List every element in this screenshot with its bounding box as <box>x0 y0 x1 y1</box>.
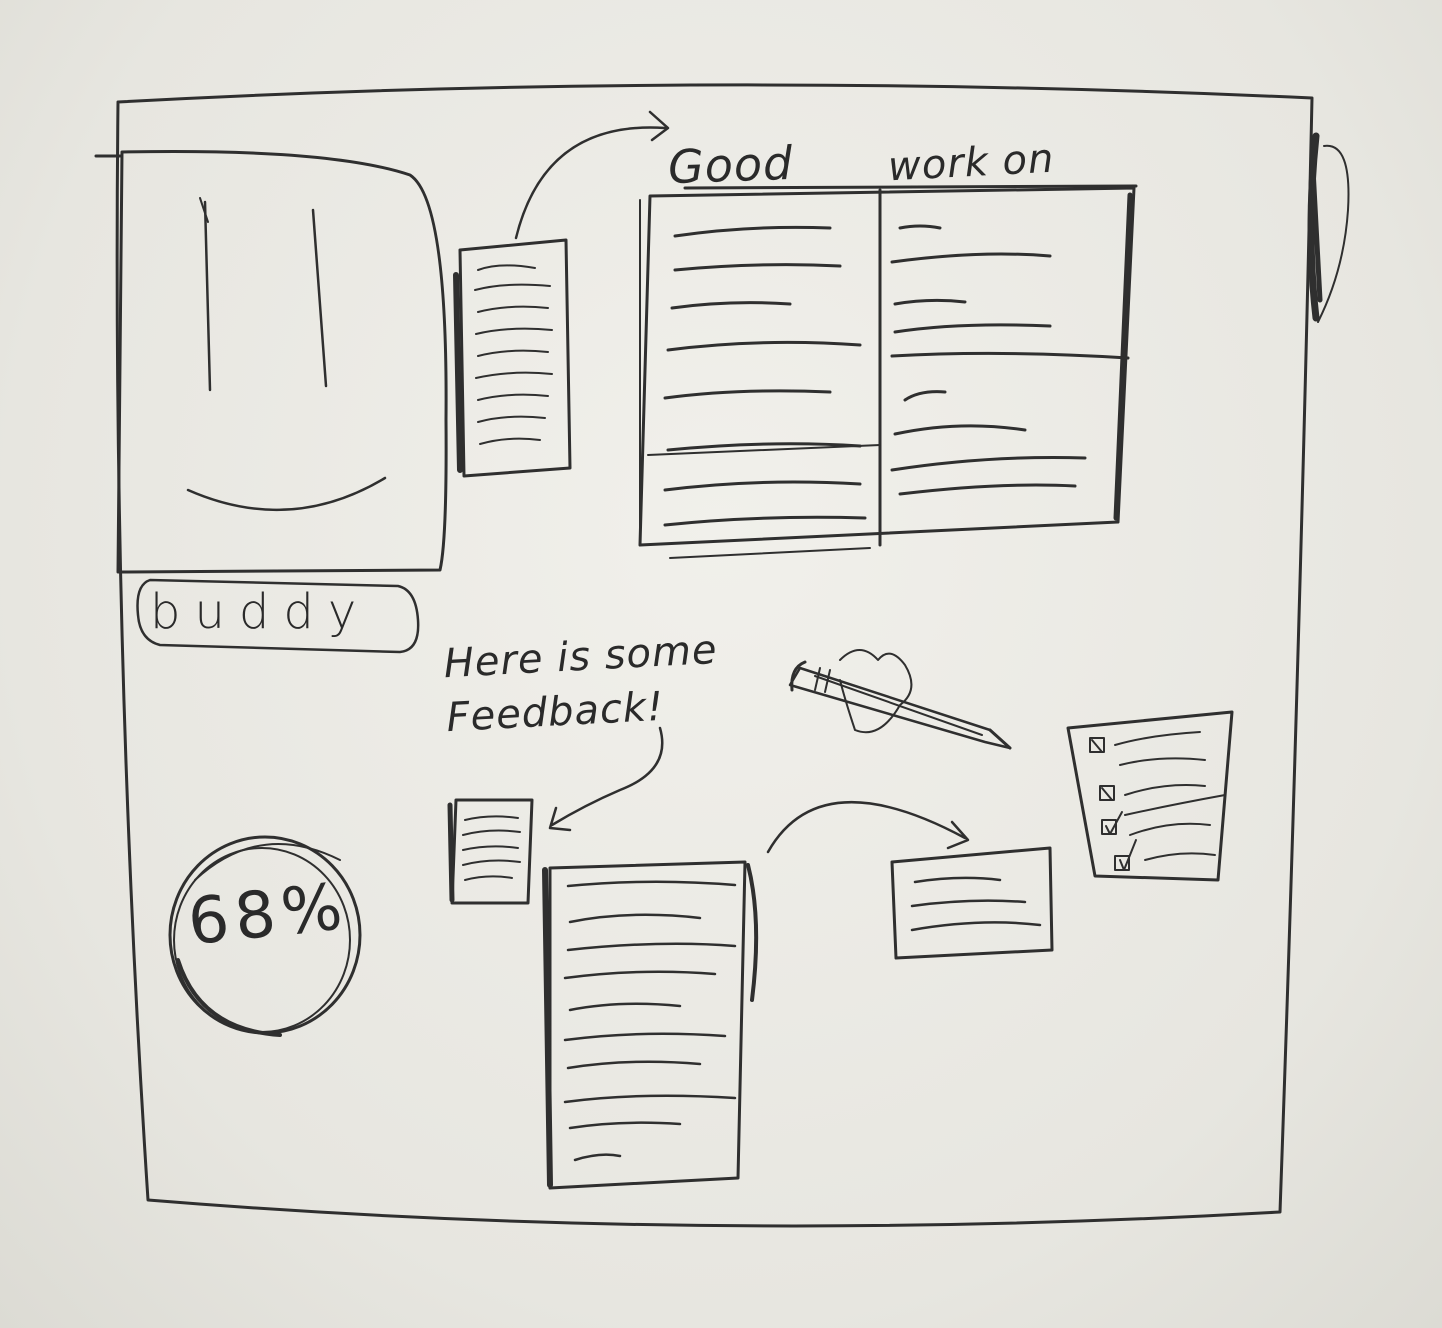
wireframe-drawing <box>94 83 1350 1228</box>
note-to-table-arrow <box>514 126 667 240</box>
result-card[interactable] <box>890 846 1054 960</box>
buddy-avatar[interactable] <box>116 149 448 574</box>
feedback-heading: Here is some Feedback! <box>442 623 721 745</box>
checklist-icon[interactable] <box>1066 710 1234 882</box>
document-to-card-arrow <box>766 801 967 854</box>
buddy-smile <box>186 476 387 512</box>
feedback-summary-card[interactable] <box>447 798 534 905</box>
buddy-left-eye <box>203 200 212 392</box>
work-on-column-header: work on <box>886 135 1056 191</box>
feedback-arrow <box>550 726 664 827</box>
scrollbar[interactable] <box>1307 132 1350 323</box>
pencil-icon[interactable] <box>788 649 1012 750</box>
good-column-header: Good <box>667 135 795 195</box>
buddy-right-eye <box>311 208 328 388</box>
sketch-paper: Good work on buddy Here is some Feedback… <box>0 0 1442 1328</box>
good-workon-table <box>638 184 1138 559</box>
summary-note-card[interactable] <box>453 238 572 478</box>
feedback-document[interactable] <box>542 860 759 1190</box>
buddy-name: buddy <box>150 584 371 640</box>
